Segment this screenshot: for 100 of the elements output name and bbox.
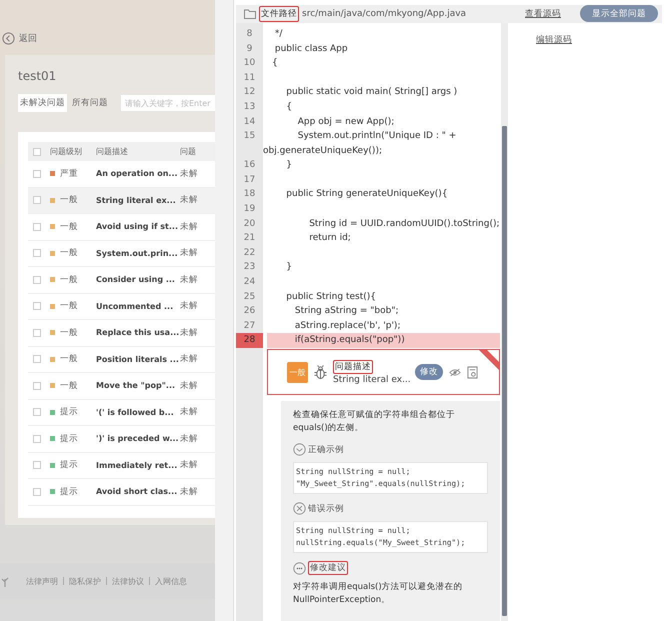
- checkbox[interactable]: [32, 488, 40, 496]
- issue-status: 未解: [180, 274, 198, 286]
- checkbox[interactable]: [32, 434, 40, 443]
- checkbox[interactable]: [32, 461, 40, 470]
- issue-status: 未解: [180, 406, 198, 418]
- code-line: public String test(){: [285, 290, 376, 304]
- code-line: String id = UUID.randomUUID().toString();: [308, 218, 500, 231]
- line-number: 18: [242, 188, 256, 202]
- scrollbar-thumb[interactable]: [502, 126, 507, 616]
- checkbox[interactable]: [32, 148, 40, 156]
- check-circle-icon: [293, 443, 306, 456]
- issue-description: ')' is preceded w...: [96, 434, 180, 444]
- level-text: 一般: [60, 247, 78, 260]
- line-number: 20: [242, 218, 256, 231]
- fix-button[interactable]: 修改: [415, 364, 443, 380]
- section-heading: 错误示例: [308, 502, 344, 514]
- line-number: 12: [242, 86, 256, 100]
- line-number: 24: [242, 276, 256, 290]
- level-text: 一般: [60, 220, 78, 233]
- checkbox[interactable]: [32, 196, 40, 204]
- checkbox[interactable]: [32, 249, 40, 258]
- back-link[interactable]: 返回: [19, 32, 37, 44]
- line-number: 16: [242, 159, 256, 172]
- issue-description: Position literals ...: [96, 354, 180, 364]
- code-line: {: [272, 57, 278, 70]
- issue-status: 未解: [180, 194, 198, 206]
- issue-description: String literal ex...: [96, 196, 177, 205]
- tab[interactable]: 未解决问题: [18, 94, 67, 112]
- document-icon[interactable]: [467, 366, 478, 378]
- level-text: 一般: [60, 353, 78, 366]
- line-number: 8: [246, 28, 254, 41]
- issue-description: System.out.prin...: [96, 248, 179, 258]
- line-number: 17: [242, 174, 256, 187]
- view-source-link[interactable]: 查看源码: [525, 8, 561, 20]
- folder-icon: [244, 8, 256, 19]
- issue-card[interactable]: 一般 问题描述 String literal ex... 修改: [267, 349, 500, 395]
- edit-source-link[interactable]: 编辑源码: [536, 34, 572, 45]
- line-number: 14: [242, 116, 256, 128]
- code-line: public String generateUniqueKey(){: [285, 188, 448, 202]
- line-number: 26: [242, 305, 256, 318]
- issue-status: 未解: [180, 353, 198, 366]
- code-line: obj.generateUniqueKey());: [263, 144, 383, 158]
- issue-description: Immediately ret...: [96, 460, 178, 470]
- level-text: 一般: [60, 300, 78, 312]
- code-line: }: [285, 159, 292, 172]
- issue-description: Move the "pop"...: [96, 381, 176, 390]
- line-number: 19: [242, 203, 256, 216]
- level-text: 一般: [60, 274, 78, 286]
- checkbox[interactable]: [32, 222, 40, 231]
- line-number: 13: [242, 100, 256, 114]
- checkbox[interactable]: [32, 355, 40, 364]
- file-path-label: 文件路径: [259, 6, 299, 22]
- file-path: src/main/java/com/mkyong/App.java: [302, 8, 466, 19]
- eye-icon[interactable]: [449, 368, 461, 376]
- column-header: 问题: [180, 146, 196, 157]
- line-number: 10: [242, 57, 256, 70]
- line-number: 22: [242, 246, 256, 260]
- column-header: 问题描述: [96, 146, 129, 157]
- code-line: aString.replace('b', 'p');: [294, 320, 400, 333]
- issue-description: Avoid using if st...: [96, 222, 179, 232]
- line-number: 21: [242, 232, 256, 246]
- checkbox[interactable]: [32, 276, 40, 284]
- issue-summary: String literal ex...: [333, 374, 411, 384]
- checkbox[interactable]: [32, 302, 40, 310]
- rule-description: 检查确保任意可赋值的字符串组合都位于equals()的左侧。: [293, 409, 456, 435]
- level-text: 一般: [60, 326, 78, 339]
- search-field[interactable]: 请输入关键字，按Enter: [121, 95, 215, 111]
- issue-status: 未解: [180, 326, 198, 339]
- code-line: System.out.println("Unique ID : " +: [296, 130, 456, 144]
- code-line: */: [274, 28, 282, 41]
- code-line: App obj = new App();: [296, 116, 394, 128]
- issue-description: Avoid short clas...: [96, 487, 178, 496]
- tab[interactable]: 所有问题: [70, 94, 110, 112]
- checkbox[interactable]: [32, 382, 40, 390]
- suggestion-text: 对字符串调用equals()方法可以避免潜在的NullPointerException。: [293, 581, 464, 607]
- level-text: 提示: [60, 486, 78, 498]
- issue-title: 问题描述: [333, 360, 373, 374]
- issue-status: 未解: [180, 168, 198, 180]
- code-line: if(aString.equals("pop")): [294, 334, 405, 348]
- issue-status: 未解: [180, 380, 198, 392]
- issue-description: '(' is followed b...: [96, 408, 175, 417]
- table-row[interactable]: 一般 String literal ex... 未解: [28, 188, 215, 214]
- checkbox[interactable]: [32, 170, 40, 178]
- code-line: {: [285, 100, 292, 114]
- code-line: String aString = "bob";: [294, 305, 398, 318]
- level-text: 提示: [60, 432, 78, 445]
- issue-status: 未解: [180, 300, 198, 312]
- level-badge: 一般: [287, 362, 308, 382]
- line-number: 11: [242, 72, 256, 85]
- issue-status: 未解: [180, 459, 198, 472]
- issue-status: 未解: [180, 247, 198, 260]
- issue-description: Consider using ...: [96, 275, 176, 284]
- code-line: }: [285, 261, 292, 274]
- code-line: return id;: [308, 232, 351, 246]
- back-icon[interactable]: [2, 32, 15, 44]
- checkbox[interactable]: [32, 408, 40, 416]
- line-number: 25: [242, 290, 256, 304]
- line-number: 27: [242, 320, 256, 333]
- level-text: 一般: [60, 194, 78, 206]
- checkbox[interactable]: [32, 328, 40, 337]
